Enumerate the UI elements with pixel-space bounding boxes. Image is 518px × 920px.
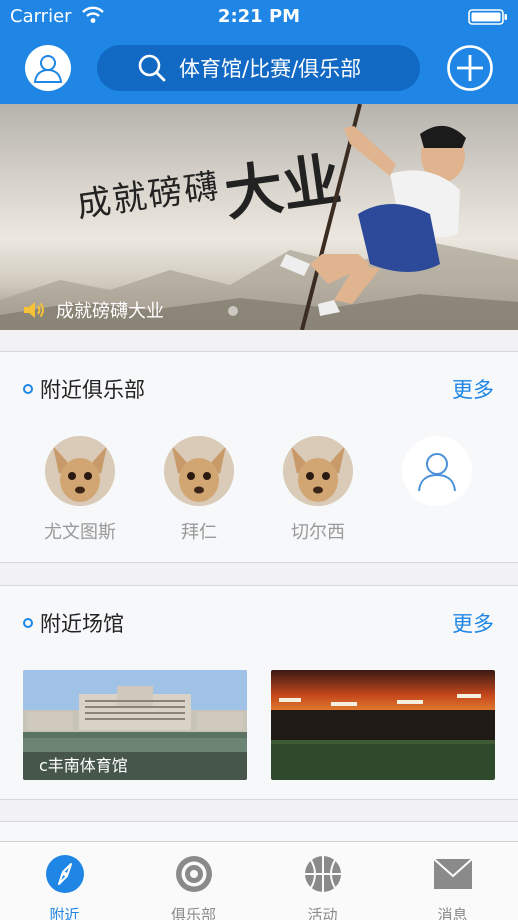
banner-caption-bar: 成就磅礴大业 <box>0 290 518 330</box>
club-avatar-placeholder <box>402 436 472 506</box>
nearby-clubs-section: 附近俱乐部 更多 尤文图斯 拜仁 切尔西 <box>0 351 518 563</box>
club-name: 拜仁 <box>181 522 217 543</box>
tab-messages[interactable]: 消息 <box>388 842 517 920</box>
profile-avatar-button[interactable] <box>25 45 71 91</box>
user-icon <box>418 453 456 492</box>
nearby-venues-header: 附近场馆 更多 <box>0 608 518 638</box>
tab-label: 消息 <box>437 906 468 920</box>
nearby-clubs-more-link[interactable]: 更多 <box>452 374 494 404</box>
battery-icon <box>468 9 507 25</box>
section-bullet-icon <box>23 384 33 394</box>
search-placeholder: 体育馆/比赛/俱乐部 <box>179 57 362 81</box>
banner-page-indicator[interactable] <box>228 306 238 316</box>
top-bar: Carrier 2:21 PM 体育馆/比赛/俱乐部 <box>0 0 518 104</box>
search-icon <box>138 54 166 82</box>
target-icon <box>175 856 212 892</box>
venue-stadium-night-image <box>271 670 495 780</box>
banner-caption: 成就磅礴大业 <box>56 301 164 322</box>
dog-avatar-image <box>164 436 234 506</box>
dog-avatar-image <box>45 436 115 506</box>
promo-banner[interactable]: 成就磅礴大业 成就磅礴大业 <box>0 104 518 330</box>
nearby-clubs-title: 附近俱乐部 <box>40 378 145 402</box>
tab-clubs[interactable]: 俱乐部 <box>129 842 258 920</box>
dog-avatar-image <box>283 436 353 506</box>
nearby-venues-more-link[interactable]: 更多 <box>452 608 494 638</box>
status-time: 2:21 PM <box>217 6 301 27</box>
add-icon[interactable] <box>446 44 494 92</box>
club-name: 尤文图斯 <box>44 522 116 543</box>
status-bar: Carrier 2:21 PM <box>0 0 518 34</box>
venue-card[interactable] <box>271 670 495 780</box>
tab-label: 俱乐部 <box>170 906 216 920</box>
tab-nearby[interactable]: 附近 <box>0 842 129 920</box>
search-bar[interactable]: 体育馆/比赛/俱乐部 <box>97 45 420 91</box>
club-avatar <box>164 436 234 506</box>
tab-activities[interactable]: 活动 <box>258 842 387 920</box>
club-item[interactable]: 切尔西 <box>268 436 368 544</box>
club-avatar <box>45 436 115 506</box>
speaker-icon <box>24 302 44 318</box>
compass-icon <box>45 855 84 893</box>
tab-label: 附近 <box>49 906 80 920</box>
nearby-venues-section: 附近场馆 更多 c丰南体育馆 <box>0 585 518 800</box>
user-icon <box>33 55 63 83</box>
club-item[interactable] <box>387 436 487 518</box>
club-item[interactable]: 尤文图斯 <box>30 436 130 544</box>
tab-label: 活动 <box>307 906 338 920</box>
envelope-icon <box>432 858 473 889</box>
basketball-icon <box>304 856 341 892</box>
club-name: 切尔西 <box>291 522 345 543</box>
nearby-clubs-header: 附近俱乐部 更多 <box>0 374 518 404</box>
nearby-venues-title: 附近场馆 <box>40 612 124 636</box>
venue-card[interactable]: c丰南体育馆 <box>23 670 247 780</box>
club-avatar <box>283 436 353 506</box>
section-bullet-icon <box>23 618 33 628</box>
venue-name: c丰南体育馆 <box>23 752 247 780</box>
tab-bar: 附近 俱乐部 活动 消息 <box>0 841 518 920</box>
club-item[interactable]: 拜仁 <box>149 436 249 544</box>
